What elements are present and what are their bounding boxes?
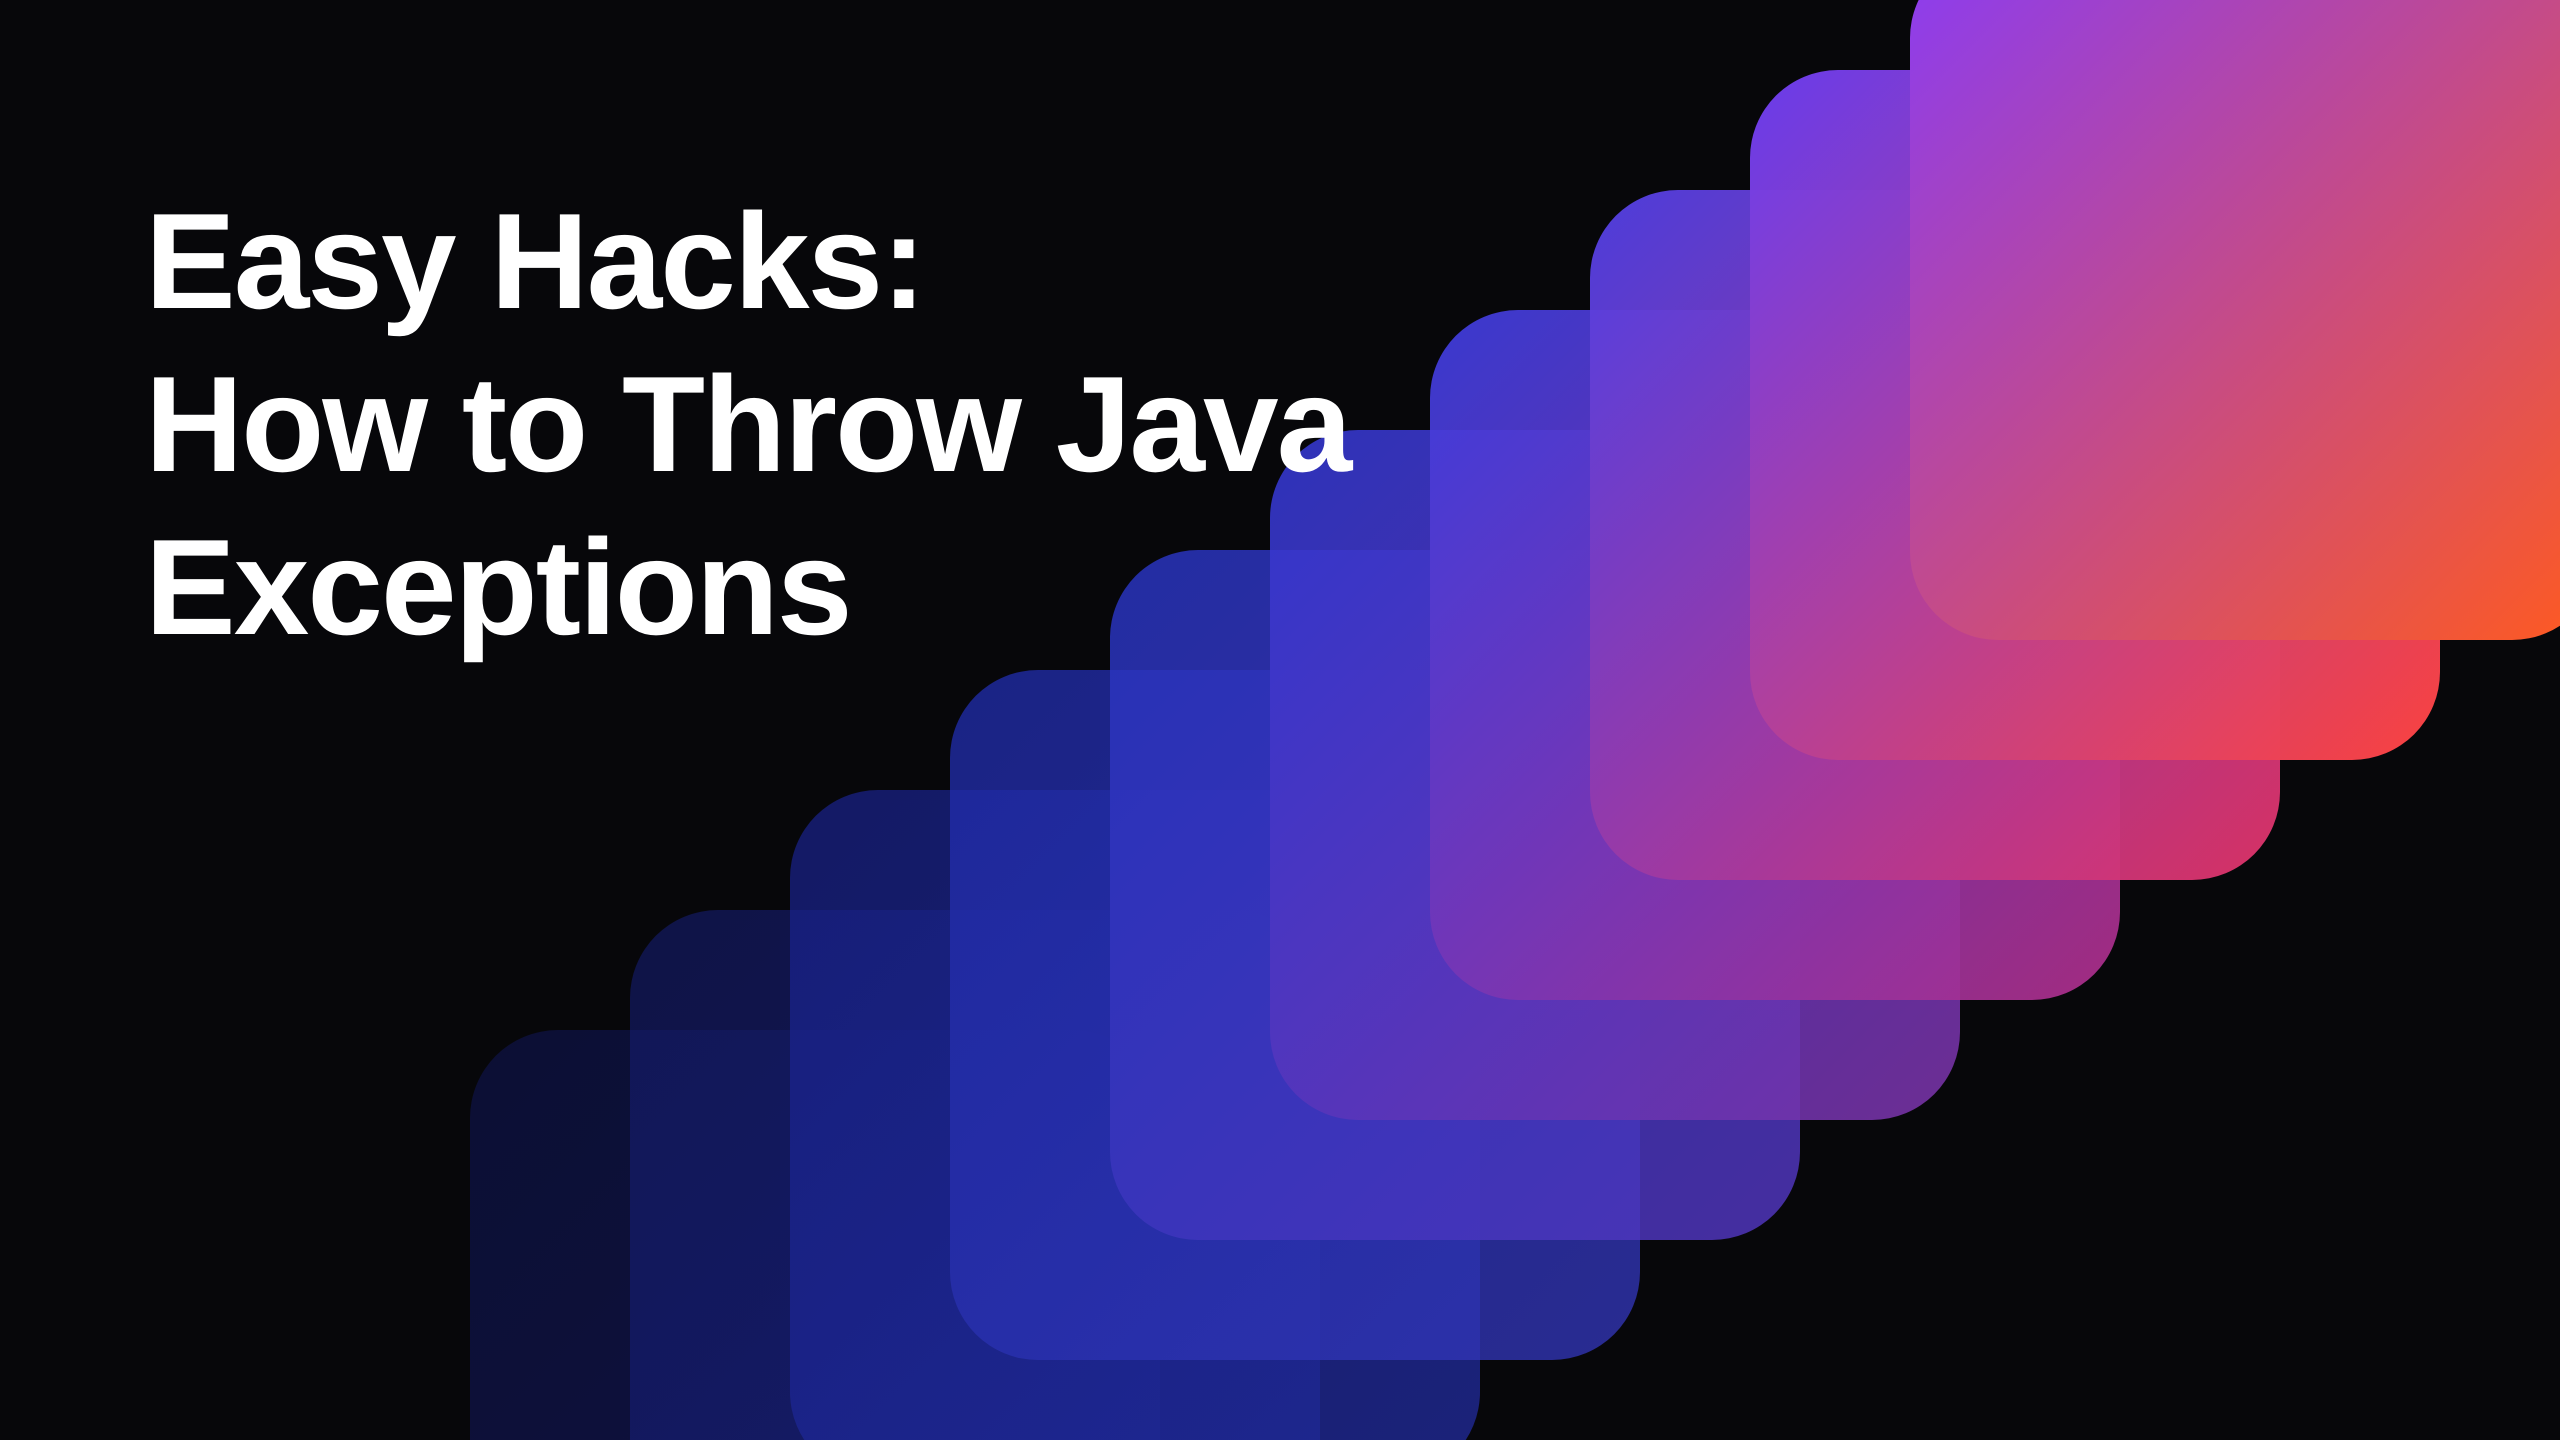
title-line-1: Easy Hacks:: [145, 180, 1350, 343]
gradient-card: [1910, 0, 2560, 640]
hero-title: Easy Hacks: How to Throw Java Exceptions: [145, 180, 1350, 670]
title-line-3: Exceptions: [145, 506, 1350, 669]
title-line-2: How to Throw Java: [145, 343, 1350, 506]
